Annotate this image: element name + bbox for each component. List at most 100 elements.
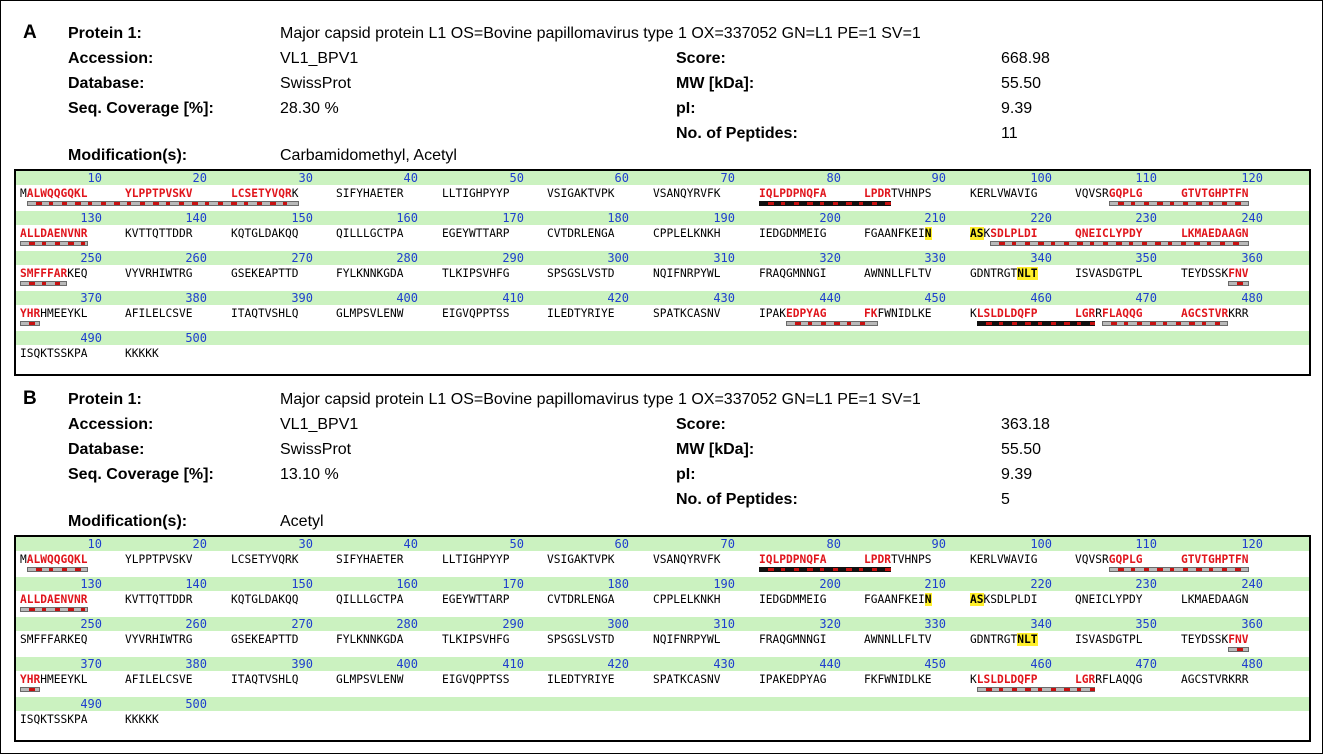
modification-value: Carbamidomethyl, Acetyl (280, 147, 457, 164)
position-number: 400 (396, 291, 418, 305)
protein-label: Protein 1: (68, 391, 142, 408)
modification-value: Acetyl (280, 513, 324, 530)
position-number: 130 (80, 577, 102, 591)
position-number: 30 (298, 171, 313, 185)
sequence-block: FGAANFKEIN (864, 227, 932, 240)
sequence-block: ITAQTVSHLQ (231, 307, 299, 320)
score-value: 668.98 (1001, 50, 1050, 67)
sequence-block: IQLPDPNQFA (759, 187, 827, 200)
position-number: 90 (931, 171, 946, 185)
position-number: 70 (720, 171, 735, 185)
sequence-block: KQTGLDAKQQ (231, 227, 299, 240)
sequence-block: SIFYHAETER (336, 553, 404, 566)
peptide-coverage-bar (1228, 281, 1249, 286)
sequence-block: IEDGDMMEIG (759, 227, 827, 240)
position-number: 240 (1241, 211, 1263, 225)
position-number: 180 (607, 577, 629, 591)
peptide-coverage-bar (20, 281, 68, 286)
peptide-coverage-bar (759, 201, 891, 206)
position-number: 40 (403, 537, 418, 551)
peptide-coverage-bar (20, 241, 88, 246)
position-number: 190 (713, 577, 735, 591)
sequence-block: SMFFFARKEQ (20, 633, 88, 646)
position-number: 120 (1241, 171, 1263, 185)
position-number: 440 (819, 291, 841, 305)
position-number: 90 (931, 537, 946, 551)
sequence-block: KLSLDLDQFP (970, 307, 1038, 320)
position-number: 280 (396, 251, 418, 265)
position-number: 210 (924, 577, 946, 591)
sequence-block: AFILELCSVE (125, 673, 193, 686)
sequence-coverage-map: 10 20 30 40 50 60 70 80 90 100 110 120 MALWQQGQKL YLP… (14, 169, 1311, 376)
sequence-block: IQLPDPNQFA (759, 553, 827, 566)
sequence-block: VSANQYRVFK (653, 553, 721, 566)
sequence-block: LGRRFLAQQG (1075, 307, 1143, 320)
sequence-block: EIGVQPPTSS (442, 673, 510, 686)
position-number: 490 (80, 331, 102, 345)
peptides-label: No. of Peptides: (676, 125, 798, 142)
sequence-block: LGRRFLAQQG (1075, 673, 1143, 686)
sequence-block: YHRHMEEYKL (20, 307, 88, 320)
sequence-block: SPATKCASNV (653, 673, 721, 686)
position-number: 410 (502, 291, 524, 305)
peptide-coverage-bar (26, 567, 88, 572)
position-number: 120 (1241, 537, 1263, 551)
position-number: 350 (1135, 617, 1157, 631)
sequence-block: LKMAEDAAGN (1181, 593, 1249, 606)
pi-value: 9.39 (1001, 466, 1033, 483)
position-number: 430 (713, 657, 735, 671)
sequence-block: YLPPTPVSKV (125, 553, 193, 566)
peptide-coverage-bar (990, 241, 1249, 246)
position-number: 190 (713, 211, 735, 225)
position-number: 60 (614, 537, 629, 551)
accession-label: Accession: (68, 416, 154, 433)
sequence-row: ISQKTSSKPA KKKKK (16, 347, 1309, 369)
sequence-block: LPDRTVHNPS (864, 187, 932, 200)
position-number: 380 (185, 291, 207, 305)
sequence-block: NQIFNRPYWL (653, 267, 721, 280)
sequence-block: TLKIPSVHFG (442, 267, 510, 280)
peptides-value: 11 (1001, 125, 1018, 142)
sequence-block: KVTTQTTDDR (125, 593, 193, 606)
sequence-row: SMFFFARKEQ VYVRHIWTRG GSEKEAPTTD FYLKNNKGDA… (16, 633, 1309, 655)
modification-label: Modification(s): (68, 513, 188, 530)
sequence-block: QNEICLYPDY (1075, 227, 1143, 240)
sequence-row: ISQKTSSKPA KKKKK (16, 713, 1309, 735)
sequence-block: ILEDTYRIYE (547, 307, 615, 320)
sequence-block: QNEICLYPDY (1075, 593, 1143, 606)
peptide-coverage-bar (976, 321, 1096, 326)
position-number: 240 (1241, 577, 1263, 591)
sequence-block: GSEKEAPTTD (231, 267, 299, 280)
position-number-band: 370 380 390 400 410 420 430 440 450 460 470 480 (16, 291, 1309, 305)
panel-label: B (23, 388, 37, 409)
position-number: 500 (185, 697, 207, 711)
sequence-coverage-map: 10 20 30 40 50 60 70 80 90 100 110 120 MALWQQGQKL YLP… (14, 535, 1311, 742)
position-number: 290 (502, 617, 524, 631)
position-number: 390 (291, 291, 313, 305)
position-number: 270 (291, 617, 313, 631)
position-number: 480 (1241, 657, 1263, 671)
position-number: 290 (502, 251, 524, 265)
position-number: 420 (607, 657, 629, 671)
mw-value: 55.50 (1001, 441, 1042, 458)
sequence-block: LCSETYVQRK (231, 187, 299, 200)
mw-value: 55.50 (1001, 75, 1042, 92)
position-number: 320 (819, 617, 841, 631)
position-number: 500 (185, 331, 207, 345)
position-number-band: 250 260 270 280 290 300 310 320 330 340 350 360 (16, 251, 1309, 265)
position-number: 50 (509, 171, 524, 185)
protein-value: Major capsid protein L1 OS=Bovine papill… (280, 25, 921, 42)
sequence-block: IEDGDMMEIG (759, 593, 827, 606)
peptide-coverage-bar (20, 607, 88, 612)
sequence-block: ISQKTSSKPA (20, 347, 88, 360)
sequence-block: ASKSDLPLDI (970, 227, 1038, 240)
peptide-coverage-bar (1108, 567, 1249, 572)
sequence-block: FRAQGMNNGI (759, 267, 827, 280)
sequence-block: KERLVWAVIG (970, 187, 1038, 200)
position-number: 300 (607, 617, 629, 631)
peptide-coverage-bar (26, 201, 299, 206)
sequence-block: SIFYHAETER (336, 187, 404, 200)
peptide-coverage-bar (759, 567, 891, 572)
position-number: 250 (80, 251, 102, 265)
panel-label: A (23, 22, 37, 43)
